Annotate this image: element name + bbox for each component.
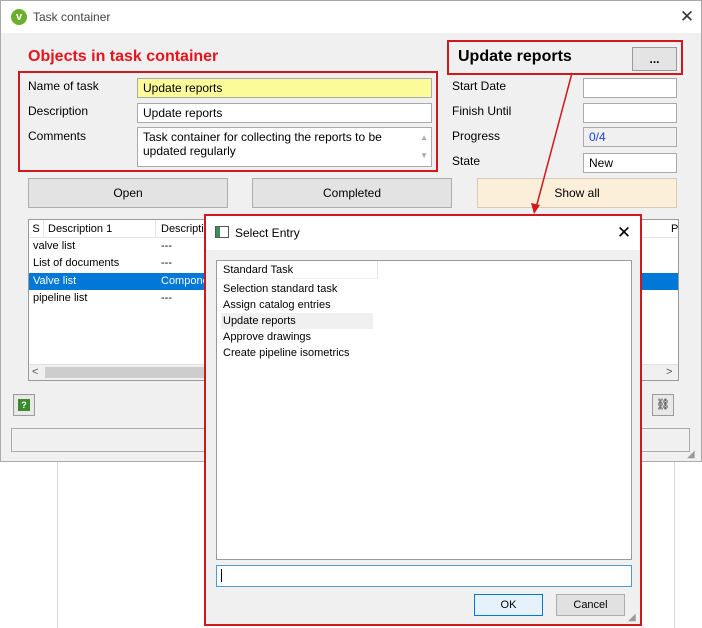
- list-item[interactable]: Approve drawings: [221, 329, 373, 345]
- dialog-title: Select Entry: [235, 226, 300, 240]
- dialog-close-icon[interactable]: ✕: [613, 222, 635, 244]
- comments-text: Task container for collecting the report…: [143, 130, 382, 158]
- select-entry-dialog: Select Entry ✕ Standard Task Selection s…: [204, 214, 642, 626]
- window-title: Task container: [33, 10, 111, 24]
- background-gridline: [674, 462, 675, 628]
- start-date-field[interactable]: [583, 78, 677, 98]
- section-heading: Objects in task container: [28, 48, 219, 65]
- entry-list[interactable]: Standard Task Selection standard task As…: [216, 260, 632, 560]
- task-name-field[interactable]: Update reports: [137, 78, 432, 98]
- completed-button[interactable]: Completed: [252, 178, 452, 208]
- row-description-1: pipeline list: [33, 292, 88, 304]
- list-item[interactable]: Assign catalog entries: [221, 297, 373, 313]
- link-button[interactable]: ⛓: [652, 394, 674, 416]
- progress-value: 0/4: [583, 127, 677, 147]
- title-bar: v Task container ✕: [1, 1, 701, 33]
- scroll-right-icon[interactable]: >: [666, 366, 672, 378]
- progress-label: Progress: [452, 129, 501, 143]
- app-logo-icon: v: [11, 9, 27, 25]
- description-field[interactable]: Update reports: [137, 103, 432, 123]
- help-button[interactable]: ?: [13, 394, 35, 416]
- ok-button[interactable]: OK: [474, 594, 543, 616]
- browse-button[interactable]: ...: [632, 47, 677, 71]
- row-description-1: List of documents: [33, 257, 120, 269]
- dialog-window-icon: [215, 226, 229, 238]
- column-header-p[interactable]: P: [671, 220, 679, 238]
- scroll-down-icon[interactable]: ▼: [420, 149, 428, 163]
- close-icon[interactable]: ✕: [677, 7, 697, 27]
- help-icon: ?: [18, 399, 30, 411]
- filter-input[interactable]: [216, 565, 632, 587]
- open-button[interactable]: Open: [28, 178, 228, 208]
- column-header-description-1[interactable]: Description 1: [48, 220, 156, 238]
- state-label: State: [452, 154, 481, 168]
- comments-field[interactable]: Task container for collecting the report…: [137, 127, 432, 167]
- background-gridline: [57, 462, 58, 628]
- column-header-status[interactable]: S: [29, 220, 44, 238]
- scroll-up-icon[interactable]: ▲: [420, 131, 428, 145]
- show-all-button[interactable]: Show all: [477, 178, 677, 208]
- finish-until-label: Finish Until: [452, 104, 512, 118]
- task-name-label: Name of task: [28, 79, 99, 93]
- state-field[interactable]: New: [583, 153, 677, 173]
- text-caret: [221, 569, 222, 583]
- description-label: Description: [28, 104, 89, 118]
- link-icon: ⛓: [656, 399, 670, 411]
- cancel-button[interactable]: Cancel: [556, 594, 625, 616]
- resize-grip-icon[interactable]: ◢: [687, 449, 699, 461]
- scroll-left-icon[interactable]: <: [32, 366, 38, 378]
- row-description-1: valve list: [33, 240, 76, 252]
- entry-list-header[interactable]: Standard Task: [217, 261, 378, 279]
- resize-grip-icon[interactable]: ◢: [628, 612, 640, 624]
- list-item[interactable]: Create pipeline isometrics: [221, 345, 373, 361]
- finish-until-field[interactable]: [583, 103, 677, 123]
- list-item-highlighted[interactable]: Update reports: [221, 313, 373, 329]
- scrollbar-thumb[interactable]: [45, 367, 220, 378]
- comments-label: Comments: [28, 129, 87, 143]
- list-item[interactable]: Selection standard task: [221, 281, 373, 297]
- selected-task-title: Update reports: [458, 48, 572, 65]
- row-description-1: Valve list: [33, 275, 77, 287]
- start-date-label: Start Date: [452, 79, 507, 93]
- dialog-title-bar: Select Entry ✕: [206, 216, 640, 250]
